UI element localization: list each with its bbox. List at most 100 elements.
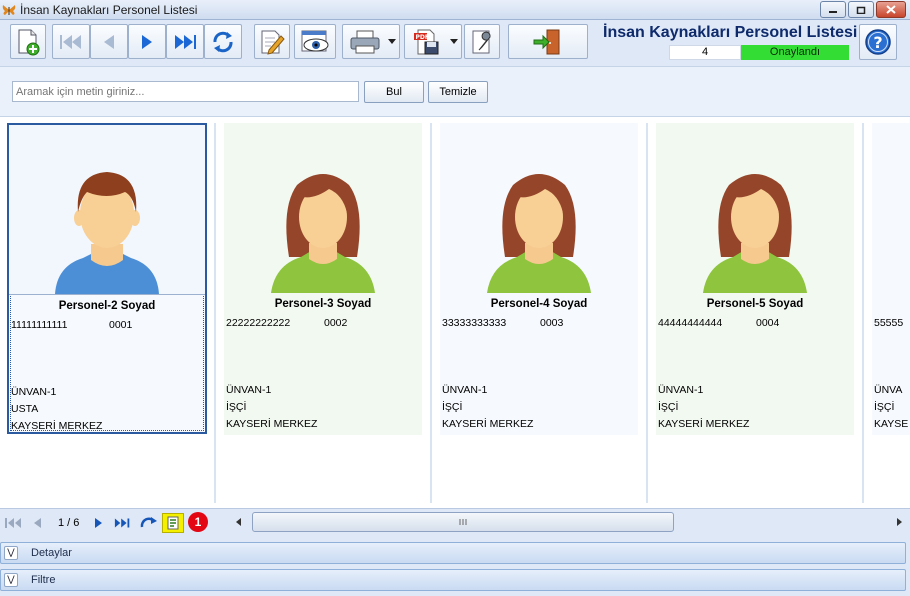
card-title: ÜNVAN-1 bbox=[442, 384, 488, 396]
edit-icon bbox=[261, 30, 285, 55]
personnel-card[interactable]: Personel-3 Soyad 22222222222 0002 ÜNVAN-… bbox=[224, 123, 422, 435]
card-id-number: 22222222222 bbox=[226, 317, 291, 329]
window-title: İnsan Kaynakları Personel Listesi bbox=[20, 2, 198, 17]
refresh-button[interactable] bbox=[204, 24, 242, 59]
next-record-icon bbox=[142, 34, 152, 49]
print-dropdown-arrow-icon bbox=[388, 39, 396, 44]
svg-text:PDF: PDF bbox=[416, 34, 429, 41]
horizontal-scrollbar[interactable] bbox=[232, 511, 906, 533]
status-badge: Onaylandı bbox=[741, 45, 849, 60]
close-window-button[interactable] bbox=[876, 1, 906, 18]
settings-button[interactable] bbox=[464, 24, 500, 59]
previous-record-icon bbox=[104, 34, 114, 49]
print-button[interactable] bbox=[342, 24, 400, 59]
pdf-export-button[interactable]: PDF bbox=[404, 24, 462, 59]
maximize-button[interactable] bbox=[848, 1, 874, 18]
card-location: KAYSERİ MERKEZ bbox=[442, 418, 534, 430]
find-button[interactable]: Bul bbox=[364, 81, 424, 103]
card-title: ÜNVAN-1 bbox=[658, 384, 704, 396]
card-position: İŞÇİ bbox=[226, 401, 247, 413]
preview-button[interactable] bbox=[294, 24, 336, 59]
pdf-export-icon: PDF bbox=[414, 29, 439, 54]
pdf-export-dropdown-arrow-icon bbox=[450, 39, 458, 44]
first-record-button[interactable] bbox=[52, 24, 90, 59]
last-page-icon bbox=[114, 518, 130, 528]
callout-badge: 1 bbox=[188, 512, 208, 532]
butterfly-app-icon bbox=[2, 4, 16, 15]
first-page-icon bbox=[5, 518, 21, 528]
record-navigator: 1 / 6 1 bbox=[0, 508, 910, 536]
card-id-number: 55555 bbox=[874, 317, 904, 329]
card-record-number: 0004 bbox=[756, 317, 780, 329]
next-record-button[interactable] bbox=[128, 24, 166, 59]
last-record-icon bbox=[175, 34, 196, 49]
female-avatar bbox=[656, 123, 854, 293]
minimize-icon bbox=[829, 10, 837, 13]
refresh-icon bbox=[140, 517, 157, 528]
nav-next-button[interactable] bbox=[90, 514, 108, 532]
card-title: ÜNVA bbox=[874, 384, 903, 396]
first-record-icon bbox=[60, 34, 81, 49]
chevron-down-icon[interactable]: ⋁ bbox=[4, 573, 18, 587]
female-avatar bbox=[440, 123, 638, 293]
nav-last-button[interactable] bbox=[114, 514, 132, 532]
card-position: USTA bbox=[11, 403, 39, 415]
male-avatar-icon bbox=[55, 172, 159, 294]
maximize-icon bbox=[856, 6, 866, 14]
window-titlebar: İnsan Kaynakları Personel Listesi bbox=[0, 0, 910, 20]
card-id-number: 11111111111 bbox=[11, 319, 68, 331]
personnel-card[interactable]: 55555 ÜNVA İŞÇİ KAYSE bbox=[872, 123, 910, 435]
edit-button[interactable] bbox=[254, 24, 290, 59]
exit-button[interactable] bbox=[508, 24, 588, 59]
card-id-number: 33333333333 bbox=[442, 317, 507, 329]
male-avatar bbox=[9, 125, 205, 295]
last-record-button[interactable] bbox=[166, 24, 204, 59]
card-layout-icon bbox=[167, 516, 179, 530]
card-separator bbox=[214, 123, 216, 503]
print-icon bbox=[350, 30, 380, 53]
nav-refresh-button[interactable] bbox=[140, 514, 158, 532]
personnel-card[interactable]: Personel-4 Soyad 33333333333 0003 ÜNVAN-… bbox=[440, 123, 638, 435]
card-location: KAYSERİ MERKEZ bbox=[658, 418, 750, 430]
help-icon: ? bbox=[865, 29, 891, 55]
card-name: Personel-2 Soyad bbox=[58, 300, 156, 312]
scroll-left-icon[interactable] bbox=[236, 518, 241, 526]
help-button[interactable]: ? bbox=[859, 24, 897, 60]
card-title: ÜNVAN-1 bbox=[226, 384, 272, 396]
card-location: KAYSE bbox=[874, 418, 909, 430]
personnel-card[interactable]: Personel-2 Soyad 11111111111 0001 ÜNVAN-… bbox=[7, 123, 207, 434]
card-position: İŞÇİ bbox=[874, 401, 895, 413]
previous-record-button[interactable] bbox=[90, 24, 128, 59]
scroll-right-icon[interactable] bbox=[897, 518, 902, 526]
personnel-card-view: Personel-2 Soyad 11111111111 0001 ÜNVAN-… bbox=[0, 116, 910, 508]
card-location: KAYSERİ MERKEZ bbox=[226, 418, 318, 430]
chevron-down-icon[interactable]: ⋁ bbox=[4, 546, 18, 560]
clear-button[interactable]: Temizle bbox=[428, 81, 488, 103]
settings-wrench-icon bbox=[472, 30, 491, 53]
card-record-number: 0003 bbox=[540, 317, 564, 329]
personnel-card[interactable]: Personel-5 Soyad 44444444444 0004 ÜNVAN-… bbox=[656, 123, 854, 435]
svg-text:?: ? bbox=[873, 33, 882, 52]
grip-icon bbox=[459, 519, 467, 525]
details-panel-header[interactable]: ⋁ Detaylar bbox=[0, 542, 906, 564]
card-title: ÜNVAN-1 bbox=[11, 386, 57, 398]
close-icon bbox=[886, 5, 896, 14]
card-name: Personel-4 Soyad bbox=[490, 298, 588, 310]
nav-first-button[interactable] bbox=[4, 514, 22, 532]
card-position: İŞÇİ bbox=[442, 401, 463, 413]
filter-panel-header[interactable]: ⋁ Filtre bbox=[0, 569, 906, 591]
scrollbar-thumb[interactable] bbox=[252, 512, 674, 532]
card-position: İŞÇİ bbox=[658, 401, 679, 413]
card-location: KAYSERİ MERKEZ bbox=[11, 420, 103, 432]
card-separator bbox=[646, 123, 648, 503]
nav-layout-button[interactable] bbox=[162, 513, 184, 533]
minimize-button[interactable] bbox=[820, 1, 846, 18]
search-input[interactable] bbox=[12, 81, 359, 102]
card-separator bbox=[862, 123, 864, 503]
page-indicator: 1 / 6 bbox=[58, 517, 80, 529]
page-title: İnsan Kaynakları Personel Listesi bbox=[603, 24, 858, 41]
nav-previous-button[interactable] bbox=[28, 514, 46, 532]
female-avatar-icon bbox=[487, 174, 591, 293]
new-record-button[interactable] bbox=[10, 24, 46, 59]
details-panel-label: Detaylar bbox=[31, 547, 72, 559]
